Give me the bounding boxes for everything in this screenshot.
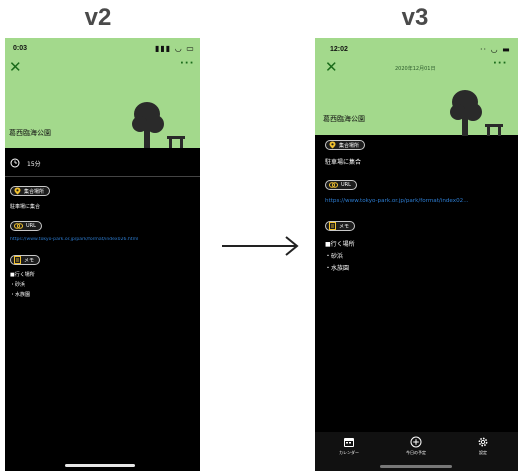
status-icons: ·· ◡ ▬	[480, 45, 511, 54]
divider	[5, 176, 200, 177]
more-icon[interactable]: ···	[180, 58, 194, 69]
tab-label: カレンダー	[339, 450, 359, 455]
calendar-icon	[344, 438, 354, 447]
url-label: URL	[26, 223, 36, 229]
header-banner: 0:03 ▮▮▮ ◡ ▭ ✕ ··· 葛西臨海公園	[5, 38, 200, 148]
memo-badge: メモ	[10, 255, 41, 265]
date-text: 2020年12月01日	[395, 66, 436, 72]
meeting-place-badge: 集合場所	[10, 186, 51, 196]
home-indicator	[380, 465, 452, 468]
memo-line: ・砂浜	[10, 282, 26, 288]
version-label-v2: v2	[84, 4, 112, 31]
memo-line: ・水族園	[10, 292, 31, 298]
tab-label: 今日の予定	[406, 450, 426, 455]
plus-circle-icon	[410, 436, 422, 448]
location-pin-icon	[329, 141, 336, 149]
meeting-place-label: 集合場所	[339, 142, 360, 149]
url-link[interactable]: https://www.tokyo-park.or.jp/park/format…	[10, 237, 198, 242]
place-name: 葛西臨海公園	[9, 129, 51, 137]
memo-icon	[14, 256, 21, 264]
version-label-v3: v3	[401, 4, 429, 31]
url-link[interactable]: https://www.tokyo-park.or.jp/park/format…	[325, 198, 515, 204]
url-badge: URL	[10, 221, 42, 231]
memo-icon	[329, 222, 336, 230]
tab-calendar[interactable]: カレンダー	[319, 436, 379, 456]
memo-badge: メモ	[325, 221, 356, 231]
status-icons: ▮▮▮ ◡ ▭	[155, 44, 195, 53]
meeting-place-badge: 集合場所	[325, 140, 366, 150]
memo-line: ・砂浜	[325, 253, 344, 260]
memo-line: ■行く場所	[10, 272, 35, 278]
more-icon[interactable]: ···	[493, 58, 507, 69]
header-banner: 12:02 ·· ◡ ▬ ✕ 2020年12月01日 ··· 葛西臨海公園	[315, 38, 518, 136]
gear-icon	[478, 437, 488, 447]
url-label: URL	[341, 182, 351, 188]
duration-text: 15分	[27, 161, 41, 168]
memo-label: メモ	[24, 257, 35, 264]
place-name: 葛西臨海公園	[323, 115, 365, 123]
tree-icon	[132, 102, 185, 148]
tree-icon	[450, 90, 503, 136]
link-icon	[14, 223, 23, 229]
meeting-place-text: 駐車場に集合	[325, 159, 362, 166]
close-icon[interactable]: ✕	[9, 58, 22, 76]
meeting-place-text: 駐車場に集合	[10, 204, 41, 210]
tab-label: 設定	[479, 450, 487, 455]
location-pin-icon	[14, 187, 21, 195]
memo-line: ・水族園	[325, 265, 350, 272]
close-icon[interactable]: ✕	[325, 58, 338, 76]
meeting-place-label: 集合場所	[24, 188, 45, 195]
phone-screen-v3: 12:02 ·· ◡ ▬ ✕ 2020年12月01日 ··· 葛西臨海公園 集合…	[315, 38, 518, 471]
memo-label: メモ	[339, 223, 350, 230]
url-badge: URL	[325, 180, 357, 190]
status-time: 0:03	[13, 45, 28, 52]
tab-today[interactable]: 今日の予定	[386, 436, 446, 456]
home-indicator	[65, 464, 135, 467]
phone-screen-v2: 0:03 ▮▮▮ ◡ ▭ ✕ ··· 葛西臨海公園 15分 集合場所 駐車場に集…	[5, 38, 200, 471]
status-time: 12:02	[330, 46, 348, 53]
tab-settings[interactable]: 設定	[453, 436, 513, 456]
arrow-right-icon	[222, 236, 299, 256]
clock-icon	[10, 158, 20, 168]
link-icon	[329, 182, 338, 188]
memo-line: ■行く場所	[325, 241, 355, 248]
